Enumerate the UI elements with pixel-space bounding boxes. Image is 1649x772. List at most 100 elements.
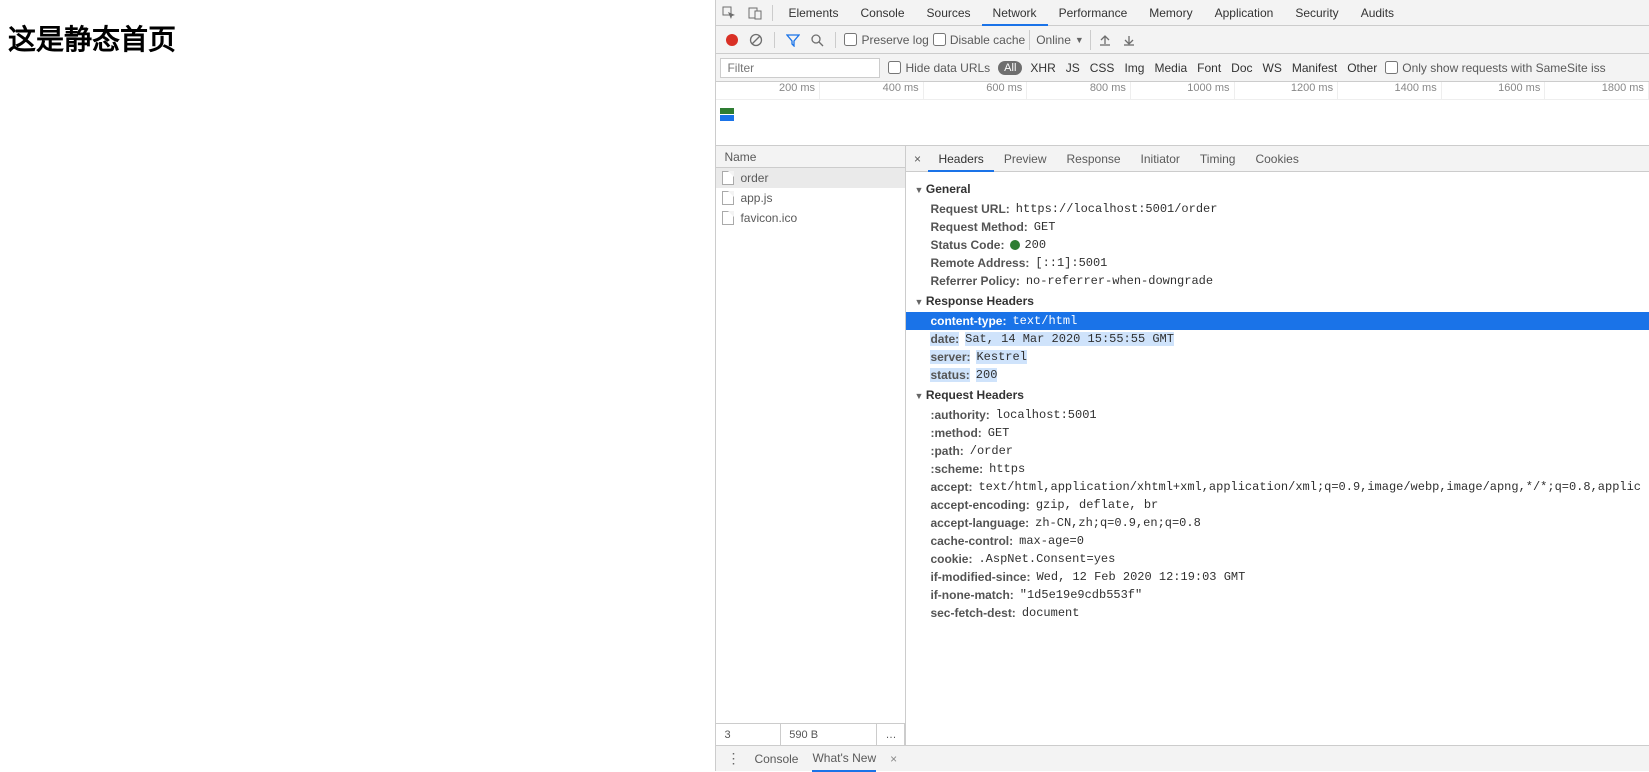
header-row[interactable]: cookie:.AspNet.Consent=yes [906, 550, 1649, 568]
filter-type-css[interactable]: CSS [1090, 61, 1115, 75]
header-row[interactable]: Request Method:GET [906, 218, 1649, 236]
timeline-tick: 1600 ms [1442, 82, 1546, 99]
filter-row: Hide data URLs All XHR JS CSS Img Media Font D… [716, 54, 1649, 82]
header-key: content-type: [930, 314, 1006, 328]
preserve-log-checkbox[interactable]: Preserve log [844, 33, 928, 47]
header-row[interactable]: accept-language:zh-CN,zh;q=0.9,en;q=0.8 [906, 514, 1649, 532]
tab-application[interactable]: Application [1204, 0, 1285, 26]
header-row[interactable]: server:Kestrel [906, 348, 1649, 366]
section-response-headers[interactable]: Response Headers [906, 290, 1649, 312]
tab-security[interactable]: Security [1284, 0, 1349, 26]
filter-toggle-icon[interactable] [783, 30, 803, 50]
drawer-close-icon[interactable]: × [890, 752, 897, 766]
request-row[interactable]: favicon.ico [716, 208, 905, 228]
throttling-select[interactable]: Online ▼ [1029, 30, 1091, 50]
filter-type-js[interactable]: JS [1066, 61, 1080, 75]
filter-type-img[interactable]: Img [1124, 61, 1144, 75]
clear-icon[interactable] [746, 30, 766, 50]
details-tab-timing[interactable]: Timing [1190, 146, 1246, 172]
header-key: Request Method: [930, 220, 1027, 234]
header-row[interactable]: Remote Address: [::1]:5001 [906, 254, 1649, 272]
drawer-menu-icon[interactable]: ⋮ [726, 750, 740, 767]
section-general[interactable]: General [906, 178, 1649, 200]
filter-type-media[interactable]: Media [1154, 61, 1187, 75]
filter-type-xhr[interactable]: XHR [1030, 61, 1055, 75]
filter-type-ws[interactable]: WS [1263, 61, 1282, 75]
tab-audits[interactable]: Audits [1350, 0, 1405, 26]
drawer-tab-console[interactable]: Console [754, 752, 798, 766]
header-value: .AspNet.Consent=yes [978, 552, 1115, 566]
header-row[interactable]: content-type: text/html [906, 312, 1649, 330]
header-row[interactable]: Referrer Policy:no-referrer-when-downgra… [906, 272, 1649, 290]
header-value: [::1]:5001 [1035, 256, 1107, 270]
header-row[interactable]: Status Code:200 [906, 236, 1649, 254]
status-dot-icon [1010, 240, 1020, 250]
details-tab-initiator[interactable]: Initiator [1131, 146, 1190, 172]
header-key: Status Code: [930, 238, 1004, 252]
upload-har-icon[interactable] [1095, 30, 1115, 50]
record-button[interactable] [722, 30, 742, 50]
header-value: GET [988, 426, 1010, 440]
tab-performance[interactable]: Performance [1048, 0, 1139, 26]
header-row[interactable]: :authority:localhost:5001 [906, 406, 1649, 424]
filter-type-font[interactable]: Font [1197, 61, 1221, 75]
details-tab-preview[interactable]: Preview [994, 146, 1057, 172]
close-details-icon[interactable]: × [906, 152, 928, 166]
header-value: text/html [1012, 314, 1077, 328]
filter-input[interactable] [720, 58, 880, 78]
filter-type-other[interactable]: Other [1347, 61, 1377, 75]
inspect-icon[interactable] [716, 0, 742, 26]
request-list: Name orderapp.jsfavicon.ico 3 requests 5… [716, 146, 906, 745]
timeline-tick: 600 ms [924, 82, 1028, 99]
header-value: 200 [976, 368, 998, 382]
header-key: :scheme: [930, 462, 983, 476]
network-toolbar: Preserve log Disable cache Online ▼ [716, 26, 1649, 54]
header-row[interactable]: status: 200 [906, 366, 1649, 384]
device-toggle-icon[interactable] [742, 0, 768, 26]
request-row[interactable]: app.js [716, 188, 905, 208]
timeline-overview[interactable]: 200 ms400 ms600 ms800 ms1000 ms1200 ms14… [716, 82, 1649, 146]
header-row[interactable]: cache-control:max-age=0 [906, 532, 1649, 550]
tab-elements[interactable]: Elements [777, 0, 849, 26]
section-request-headers[interactable]: Request Headers [906, 384, 1649, 406]
search-icon[interactable] [807, 30, 827, 50]
timeline-tick: 800 ms [1027, 82, 1131, 99]
header-row[interactable]: if-none-match:"1d5e19e9cdb553f" [906, 586, 1649, 604]
request-row[interactable]: order [716, 168, 905, 188]
download-har-icon[interactable] [1119, 30, 1139, 50]
header-row[interactable]: date:Sat, 14 Mar 2020 15:55:55 GMT [906, 330, 1649, 348]
filter-type-doc[interactable]: Doc [1231, 61, 1252, 75]
header-value: https://localhost:5001/order [1016, 202, 1218, 216]
header-value: Wed, 12 Feb 2020 12:19:03 GMT [1036, 570, 1245, 584]
header-row[interactable]: sec-fetch-dest:document [906, 604, 1649, 622]
header-row[interactable]: Request URL:https://localhost:5001/order [906, 200, 1649, 218]
disable-cache-checkbox[interactable]: Disable cache [933, 33, 1025, 47]
details-tab-response[interactable]: Response [1057, 146, 1131, 172]
filter-type-manifest[interactable]: Manifest [1292, 61, 1337, 75]
file-icon [722, 211, 734, 225]
tab-sources[interactable]: Sources [916, 0, 982, 26]
details-tab-headers[interactable]: Headers [928, 146, 993, 172]
header-row[interactable]: :path:/order [906, 442, 1649, 460]
tab-memory[interactable]: Memory [1138, 0, 1203, 26]
drawer-tab-whats-new[interactable]: What's New [812, 746, 876, 772]
hide-data-urls-checkbox[interactable]: Hide data URLs [888, 61, 990, 75]
header-row[interactable]: if-modified-since:Wed, 12 Feb 2020 12:19… [906, 568, 1649, 586]
request-list-header[interactable]: Name [716, 146, 905, 168]
header-key: Remote Address: [930, 256, 1029, 270]
samesite-checkbox[interactable]: Only show requests with SameSite iss [1385, 61, 1605, 75]
header-row[interactable]: accept:text/html,application/xhtml+xml,a… [906, 478, 1649, 496]
tab-network[interactable]: Network [982, 0, 1048, 26]
header-key: status: [930, 368, 969, 382]
devtools-panel: ElementsConsoleSourcesNetworkPerformance… [715, 0, 1649, 771]
filter-all-pill[interactable]: All [998, 61, 1022, 75]
header-row[interactable]: :method:GET [906, 424, 1649, 442]
request-count: 3 requests [716, 724, 781, 745]
header-key: date: [930, 332, 959, 346]
details-tab-cookies[interactable]: Cookies [1245, 146, 1308, 172]
main-tabs-row: ElementsConsoleSourcesNetworkPerformance… [716, 0, 1649, 26]
request-name: favicon.ico [740, 211, 797, 225]
header-row[interactable]: :scheme:https [906, 460, 1649, 478]
header-row[interactable]: accept-encoding:gzip, deflate, br [906, 496, 1649, 514]
tab-console[interactable]: Console [849, 0, 915, 26]
